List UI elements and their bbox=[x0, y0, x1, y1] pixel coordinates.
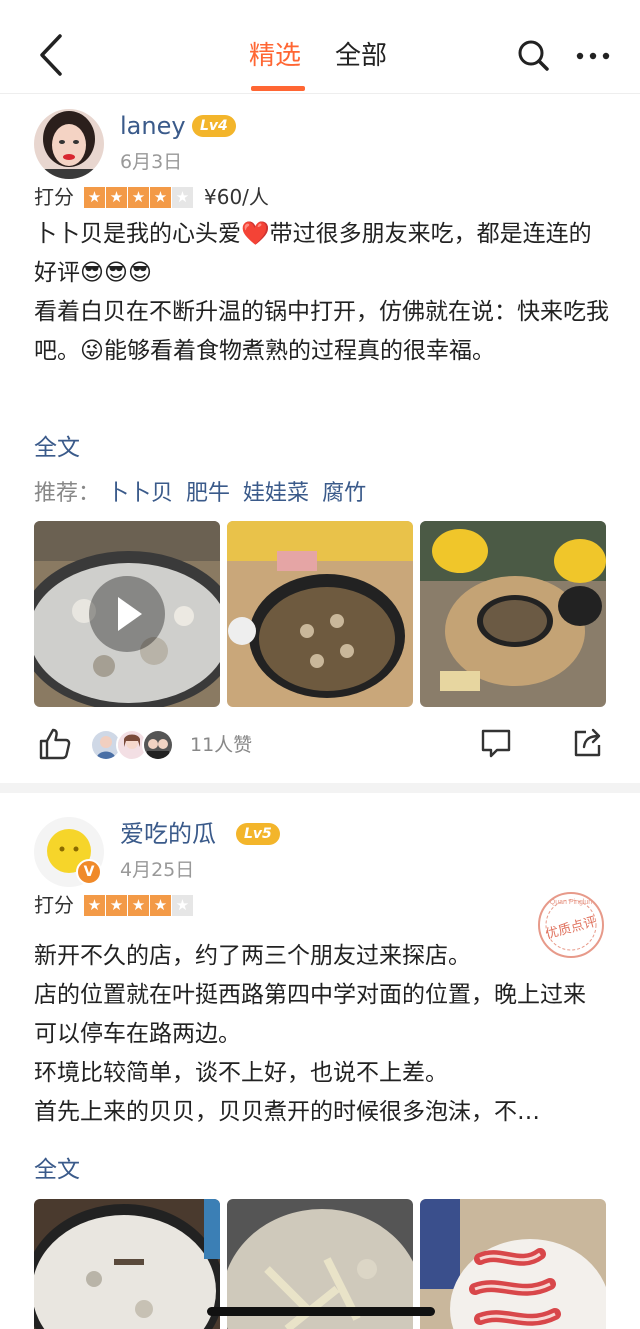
review-photo[interactable] bbox=[420, 521, 606, 707]
quality-review-stamp: Quan Pinglun 优质点评 bbox=[536, 890, 606, 960]
username[interactable]: 爱吃的瓜 bbox=[120, 819, 216, 849]
tab-all[interactable]: 全部 bbox=[335, 38, 387, 74]
review-photo[interactable] bbox=[227, 521, 413, 707]
level-badge: Lv4 bbox=[192, 115, 236, 137]
star-icon: ★ bbox=[150, 894, 171, 916]
home-indicator bbox=[207, 1307, 435, 1316]
star-icon: ★ bbox=[128, 894, 149, 916]
price-per-person: ¥60/人 bbox=[204, 185, 269, 209]
video-thumbnail[interactable] bbox=[34, 521, 220, 707]
review-paragraph: 看着白贝在不断升温的锅中打开，仿佛就在说：快来吃我吧。😜能够看着食物煮熟的过程真… bbox=[34, 299, 609, 364]
star-icon: ★ bbox=[84, 186, 105, 208]
review-paragraph: 首先上来的贝贝，贝贝煮开的时候很多泡沫，不… bbox=[34, 1099, 540, 1125]
full-text-link[interactable]: 全文 bbox=[34, 433, 80, 463]
star-icon: ★ bbox=[106, 186, 127, 208]
score-label: 打分 bbox=[34, 893, 74, 917]
recommend-item[interactable]: 腐竹 bbox=[322, 481, 366, 506]
tab-featured[interactable]: 精选 bbox=[249, 38, 301, 74]
review-text[interactable]: 新开不久的店，约了两三个朋友过来探店。 店的位置就在叶挺西路第四中学对面的位置，… bbox=[34, 937, 604, 1132]
thumbs-up-icon[interactable] bbox=[38, 727, 72, 765]
review-actions: 11人赞 bbox=[34, 725, 606, 765]
star-rating: ★ ★ ★ ★ ★ bbox=[84, 894, 194, 916]
stamp-subtext: Quan Pinglun bbox=[550, 899, 593, 906]
top-nav-bar: 精选 全部 bbox=[0, 0, 640, 94]
avatar[interactable] bbox=[34, 109, 104, 179]
review-photo[interactable] bbox=[34, 1199, 220, 1329]
recommended-dishes: 推荐： 卜卜贝 肥牛 娃娃菜 腐竹 bbox=[34, 479, 372, 509]
rating-row: 打分 ★ ★ ★ ★ ★ bbox=[34, 891, 194, 919]
star-empty-icon: ★ bbox=[172, 186, 193, 208]
star-empty-icon: ★ bbox=[172, 894, 193, 916]
review-date: 6月3日 bbox=[120, 151, 183, 173]
username[interactable]: laney bbox=[120, 111, 186, 141]
level-badge: Lv5 bbox=[236, 823, 280, 845]
full-text-link[interactable]: 全文 bbox=[34, 1155, 80, 1185]
score-label: 打分 bbox=[34, 185, 74, 209]
review-paragraph: 新开不久的店，约了两三个朋友过来探店。 bbox=[34, 943, 471, 969]
star-icon: ★ bbox=[84, 894, 105, 916]
star-icon: ★ bbox=[106, 894, 127, 916]
card-divider bbox=[0, 783, 640, 793]
star-icon: ★ bbox=[128, 186, 149, 208]
liker-avatar[interactable] bbox=[142, 729, 174, 761]
star-rating: ★ ★ ★ ★ ★ bbox=[84, 186, 194, 208]
review-photo[interactable] bbox=[420, 1199, 606, 1329]
rating-row: 打分 ★ ★ ★ ★ ★ ¥60/人 bbox=[34, 183, 269, 211]
comment-icon[interactable] bbox=[480, 727, 512, 763]
active-tab-indicator bbox=[251, 86, 305, 91]
more-icon[interactable] bbox=[574, 42, 614, 72]
review-card: V 爱吃的瓜 Lv5 4月25日 打分 ★ ★ ★ ★ ★ 新开不久的店，约了两… bbox=[0, 793, 640, 1329]
recommend-label: 推荐： bbox=[34, 481, 101, 506]
review-paragraph: 卜卜贝是我的心头爱❤️带过很多朋友来吃，都是连连的好评😎😎😎 bbox=[34, 221, 592, 286]
share-icon[interactable] bbox=[572, 727, 604, 763]
verified-v-icon: V bbox=[76, 859, 102, 885]
recommend-item[interactable]: 肥牛 bbox=[186, 481, 230, 506]
likes-count: 11人赞 bbox=[190, 734, 253, 756]
recommend-item[interactable]: 娃娃菜 bbox=[243, 481, 309, 506]
star-icon: ★ bbox=[150, 186, 171, 208]
review-date: 4月25日 bbox=[120, 859, 195, 881]
recommend-item[interactable]: 卜卜贝 bbox=[107, 481, 173, 506]
review-paragraph: 环境比较简单，谈不上好，也说不上差。 bbox=[34, 1060, 448, 1086]
review-text[interactable]: 卜卜贝是我的心头爱❤️带过很多朋友来吃，都是连连的好评😎😎😎 看着白贝在不断升温… bbox=[34, 215, 609, 371]
review-card: laney Lv4 6月3日 打分 ★ ★ ★ ★ ★ ¥60/人 卜卜贝是我的… bbox=[0, 95, 640, 783]
review-paragraph: 店的位置就在叶挺西路第四中学对面的位置，晚上过来可以停车在路两边。 bbox=[34, 982, 586, 1047]
photo-gallery bbox=[34, 521, 606, 707]
search-icon[interactable] bbox=[514, 36, 554, 76]
stamp-text: 优质点评 bbox=[544, 915, 598, 943]
